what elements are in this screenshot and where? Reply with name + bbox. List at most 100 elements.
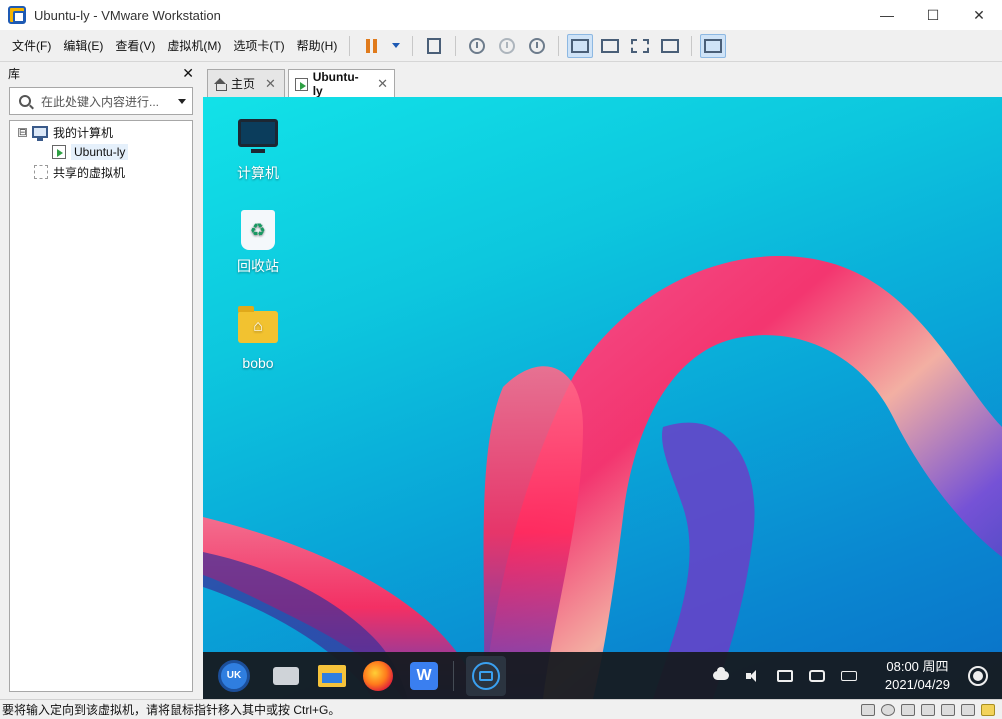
file-manager-button[interactable] <box>315 659 349 693</box>
pause-button[interactable] <box>358 34 384 58</box>
tree-item-label: Ubuntu-ly <box>71 144 129 160</box>
desktop-icon-label: bobo <box>242 355 274 371</box>
firefox-button[interactable] <box>361 659 395 693</box>
pause-icon <box>365 38 377 53</box>
status-message: 要将输入定向到该虚拟机，请将鼠标指针移入其中或按 Ctrl+G。 <box>2 703 341 717</box>
clock-date: 2021/04/29 <box>884 676 950 692</box>
send-ctrl-alt-del-button[interactable] <box>421 34 447 58</box>
chevron-down-icon[interactable] <box>178 98 186 104</box>
tab-close-button[interactable]: ✕ <box>265 76 276 92</box>
desktop-icon-trash[interactable]: ♻ 回收站 <box>218 210 298 276</box>
tree-item-label: 共享的虚拟机 <box>53 165 126 180</box>
network-adapter-icon[interactable] <box>901 703 915 716</box>
dropdown-icon <box>392 43 401 48</box>
home-icon <box>214 77 227 91</box>
library-tree: ⊟ 我的计算机 Ubuntu-ly 共享的虚拟机 <box>9 120 193 692</box>
revert-snapshot-button[interactable] <box>494 34 520 58</box>
tree-item-ubuntu-ly[interactable]: Ubuntu-ly <box>52 142 129 162</box>
menu-vm[interactable]: 虚拟机(M) <box>161 34 227 58</box>
toolbar-separator <box>412 35 414 56</box>
power-dropdown-button[interactable] <box>388 34 404 58</box>
vmware-app-icon <box>8 6 26 24</box>
display-icon[interactable] <box>961 703 975 716</box>
hard-disk-icon[interactable] <box>861 703 875 716</box>
snapshot-manager-button[interactable] <box>524 34 550 58</box>
title-bar: Ubuntu-ly - VMware Workstation — ☐ ✕ <box>0 0 1002 30</box>
vm-running-icon <box>52 145 66 159</box>
desktop-icon-computer[interactable]: 计算机 <box>218 119 298 183</box>
night-mode-icon[interactable] <box>968 665 988 686</box>
vm-console[interactable]: 计算机 ♻ 回收站 ⌂ bobo UK W 08:00 周四 2021/04/2… <box>203 97 1002 699</box>
menu-file[interactable]: 文件(F) <box>6 34 57 58</box>
library-search-input[interactable]: 在此处键入内容进行... <box>9 87 193 115</box>
tree-item-shared-vms[interactable]: 共享的虚拟机 <box>34 162 125 182</box>
close-button[interactable]: ✕ <box>956 0 1002 30</box>
unity-icon <box>661 38 680 53</box>
maximize-button[interactable]: ☐ <box>910 0 956 30</box>
clock-time: 08:00 周四 <box>886 658 949 674</box>
device-status-icons <box>858 703 998 716</box>
volume-icon[interactable] <box>745 668 761 684</box>
notification-icon[interactable] <box>808 668 825 684</box>
system-tray: 08:00 周四 2021/04/29 <box>705 652 1002 699</box>
sidebar-view-icon <box>571 38 590 53</box>
thumbnail-bar-icon <box>601 38 620 53</box>
vm-icon <box>295 77 308 91</box>
menu-toolbar: 文件(F) 编辑(E) 查看(V) 虚拟机(M) 选项卡(T) 帮助(H) <box>0 30 1002 62</box>
network-icon[interactable] <box>776 668 793 684</box>
fullscreen-button[interactable] <box>627 34 653 58</box>
tab-home[interactable]: 主页 ✕ <box>207 69 285 97</box>
tree-item-label: 我的计算机 <box>53 125 114 140</box>
tab-ubuntu-ly[interactable]: Ubuntu-ly ✕ <box>288 69 395 98</box>
console-view-button[interactable] <box>700 33 727 58</box>
software-center-button[interactable] <box>466 655 506 696</box>
fullscreen-icon <box>631 38 650 53</box>
computer-icon <box>32 126 48 141</box>
menu-tabs[interactable]: 选项卡(T) <box>227 34 290 58</box>
desktop-icon-label: 计算机 <box>237 165 279 181</box>
thumbnail-bar-button[interactable] <box>597 34 623 58</box>
firefox-icon <box>363 660 393 691</box>
tab-bar: 主页 ✕ Ubuntu-ly ✕ <box>203 63 1002 98</box>
cloud-sync-icon[interactable] <box>712 667 729 684</box>
message-log-icon[interactable] <box>981 703 995 716</box>
wps-button[interactable]: W <box>407 659 441 693</box>
keyboard-icon[interactable] <box>840 668 857 684</box>
cd-dvd-icon[interactable] <box>881 703 895 716</box>
tab-label: 主页 <box>231 77 256 91</box>
menu-view[interactable]: 查看(V) <box>109 34 161 58</box>
wps-icon: W <box>410 661 438 690</box>
usb-icon[interactable] <box>921 703 935 716</box>
show-library-button[interactable] <box>567 33 594 58</box>
file-manager-icon <box>318 664 346 687</box>
sound-card-icon[interactable] <box>941 703 955 716</box>
unity-button[interactable] <box>657 34 683 58</box>
take-snapshot-button[interactable] <box>464 34 490 58</box>
shared-vm-icon <box>34 165 48 179</box>
snapshot-take-icon <box>469 37 486 54</box>
menu-help[interactable]: 帮助(H) <box>291 34 344 58</box>
window-controls: — ☐ ✕ <box>864 0 1002 30</box>
window-title: Ubuntu-ly - VMware Workstation <box>34 7 221 23</box>
toolbar-separator <box>349 35 351 56</box>
taskbar-clock[interactable]: 08:00 周四 2021/04/29 <box>885 658 950 694</box>
start-menu-button[interactable]: UK <box>217 659 251 693</box>
minimize-button[interactable]: — <box>864 0 910 30</box>
menu-edit[interactable]: 编辑(E) <box>57 34 109 58</box>
toolbar-separator <box>691 35 693 56</box>
library-close-button[interactable]: ✕ <box>182 65 194 82</box>
guest-taskbar: UK W 08:00 周四 2021/04/29 <box>203 652 1002 699</box>
library-header: 库 ✕ <box>0 63 202 83</box>
snapshot-manager-icon <box>529 37 546 54</box>
send-keys-icon <box>427 37 442 54</box>
wallpaper-ribbon <box>203 256 1002 699</box>
recycle-bin-icon: ♻ <box>241 210 275 250</box>
library-title: 库 <box>8 66 21 81</box>
desktop-icon-home-folder[interactable]: ⌂ bobo <box>218 306 298 371</box>
tree-item-my-computer[interactable]: ⊟ 我的计算机 <box>18 122 113 142</box>
multitask-view-button[interactable] <box>269 659 303 693</box>
collapse-toggle-icon[interactable]: ⊟ <box>18 127 27 137</box>
tab-close-button[interactable]: ✕ <box>377 76 388 92</box>
software-center-icon <box>472 661 500 690</box>
ukui-logo-icon: UK <box>218 659 250 692</box>
